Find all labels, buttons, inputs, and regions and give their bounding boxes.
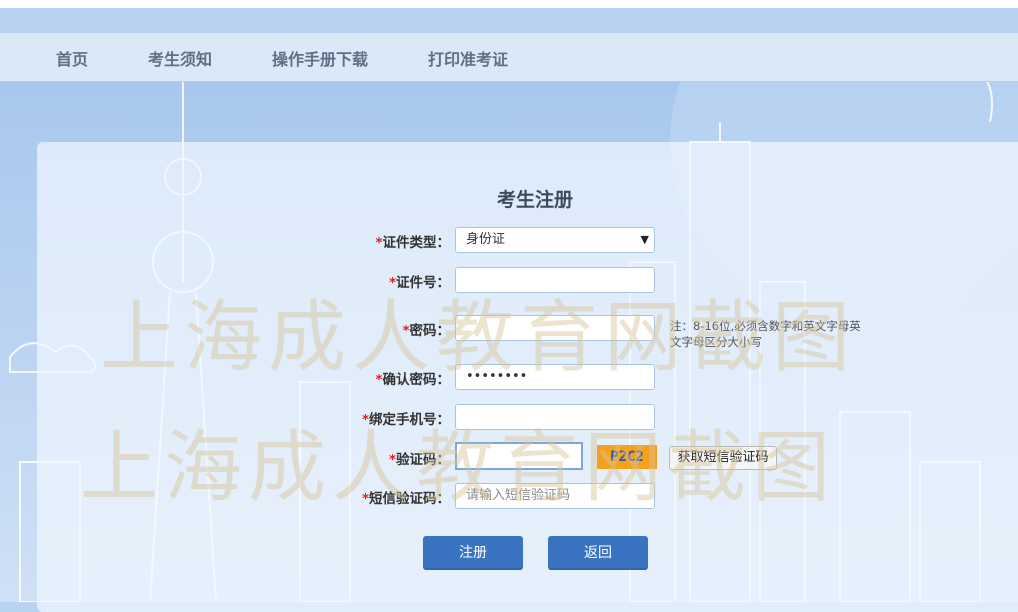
phone-label: *绑定手机号： <box>200 408 450 428</box>
get-sms-code-button[interactable]: 获取短信验证码 <box>669 446 777 470</box>
nav-bar: 首页 考生须知 操作手册下载 打印准考证 <box>0 33 1018 81</box>
confirm-password-label: *确认密码： <box>200 368 450 388</box>
id-type-label: *证件类型： <box>200 231 450 251</box>
sms-code-label-text: 短信验证码： <box>369 491 450 507</box>
required-mark: * <box>375 372 383 388</box>
confirm-password-value: •••••••• <box>466 369 528 384</box>
redacted-area <box>456 273 626 287</box>
nav-item-home[interactable]: 首页 <box>56 46 88 70</box>
sms-code-input[interactable]: 请输入短信验证码 <box>455 483 655 509</box>
dropdown-arrow-icon: ▼ <box>640 233 649 246</box>
redacted-area <box>456 410 566 424</box>
id-type-select[interactable]: 身份证 ▼ <box>455 227 655 253</box>
required-mark: * <box>375 235 383 251</box>
password-hint: 注：8-16位,必须含数字和英文字母英文字母区分大小写 <box>670 319 861 349</box>
confirm-password-label-text: 确认密码： <box>382 372 451 388</box>
password-label: *密码： <box>200 319 450 339</box>
required-mark: * <box>402 323 410 339</box>
captcha-label-text: 验证码： <box>396 452 450 468</box>
nav-item-manual-download[interactable]: 操作手册下载 <box>272 46 368 70</box>
redacted-area <box>456 321 526 335</box>
nav-item-candidate-notice[interactable]: 考生须知 <box>148 46 212 70</box>
id-number-input[interactable] <box>455 267 655 293</box>
required-mark: * <box>361 491 369 507</box>
nav-item-print-admission-ticket[interactable]: 打印准考证 <box>428 46 508 70</box>
captcha-label: *验证码： <box>200 448 450 468</box>
confirm-password-input[interactable]: •••••••• <box>455 364 655 390</box>
password-input[interactable] <box>455 315 655 341</box>
redacted-area <box>457 449 512 463</box>
id-type-label-text: 证件类型： <box>382 235 451 251</box>
password-label-text: 密码： <box>409 323 451 339</box>
captcha-image[interactable]: P2C2 <box>597 445 657 469</box>
page-title: 考生注册 <box>496 189 573 211</box>
required-mark: * <box>388 275 396 291</box>
register-button[interactable]: 注册 <box>423 536 523 570</box>
required-mark: * <box>388 452 396 468</box>
phone-label-text: 绑定手机号： <box>369 412 450 428</box>
id-type-selected-value: 身份证 <box>466 232 506 247</box>
top-bar <box>0 0 1018 8</box>
captcha-input[interactable] <box>455 442 583 470</box>
id-number-label: *证件号： <box>200 271 450 291</box>
required-mark: * <box>361 412 369 428</box>
sms-code-placeholder: 请输入短信验证码 <box>466 488 571 503</box>
sms-code-label: *短信验证码： <box>200 487 450 507</box>
phone-input[interactable] <box>455 404 655 430</box>
id-number-label-text: 证件号： <box>396 275 450 291</box>
back-button[interactable]: 返回 <box>548 536 648 570</box>
